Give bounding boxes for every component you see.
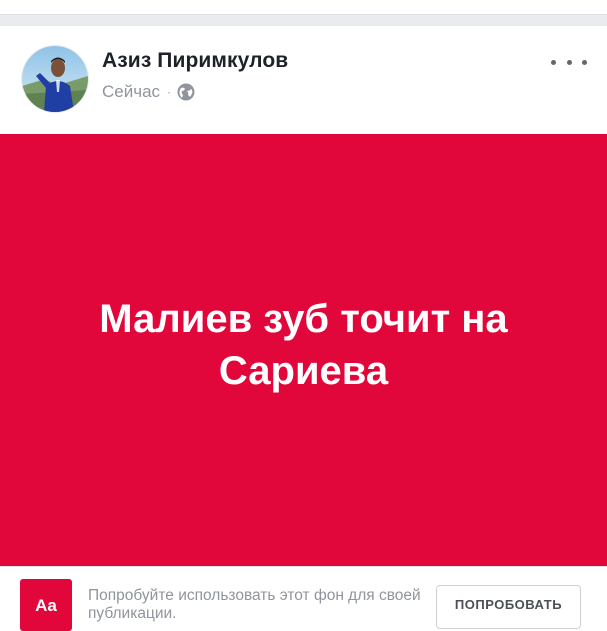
more-options-button[interactable] bbox=[551, 54, 587, 70]
post-timestamp[interactable]: Сейчас bbox=[102, 82, 160, 102]
avatar-photo bbox=[22, 46, 88, 112]
post-background: Малиев зуб точит на Сариева bbox=[0, 134, 607, 566]
author-name[interactable]: Азиз Пиримкулов bbox=[102, 49, 288, 73]
more-dot bbox=[566, 59, 572, 65]
globe-icon[interactable] bbox=[177, 83, 195, 101]
more-dot bbox=[551, 59, 556, 65]
post-meta: Сейчас · bbox=[102, 81, 195, 103]
post-header: Азиз Пиримкулов Сейчас · bbox=[0, 26, 607, 134]
try-button[interactable]: ПОПРОБОВАТЬ bbox=[436, 585, 581, 629]
meta-separator: · bbox=[167, 85, 172, 99]
feed-divider-bar bbox=[0, 14, 607, 26]
more-dot bbox=[582, 59, 587, 65]
background-suggestion-bar: Aa Попробуйте использовать этот фон для … bbox=[0, 566, 607, 631]
avatar[interactable] bbox=[22, 46, 88, 112]
text-background-icon[interactable]: Aa bbox=[20, 579, 72, 631]
post-text: Малиев зуб точит на Сариева bbox=[99, 297, 508, 393]
feed-divider bbox=[0, 0, 607, 26]
background-hint-text: Попробуйте использовать этот фон для сво… bbox=[88, 587, 421, 622]
